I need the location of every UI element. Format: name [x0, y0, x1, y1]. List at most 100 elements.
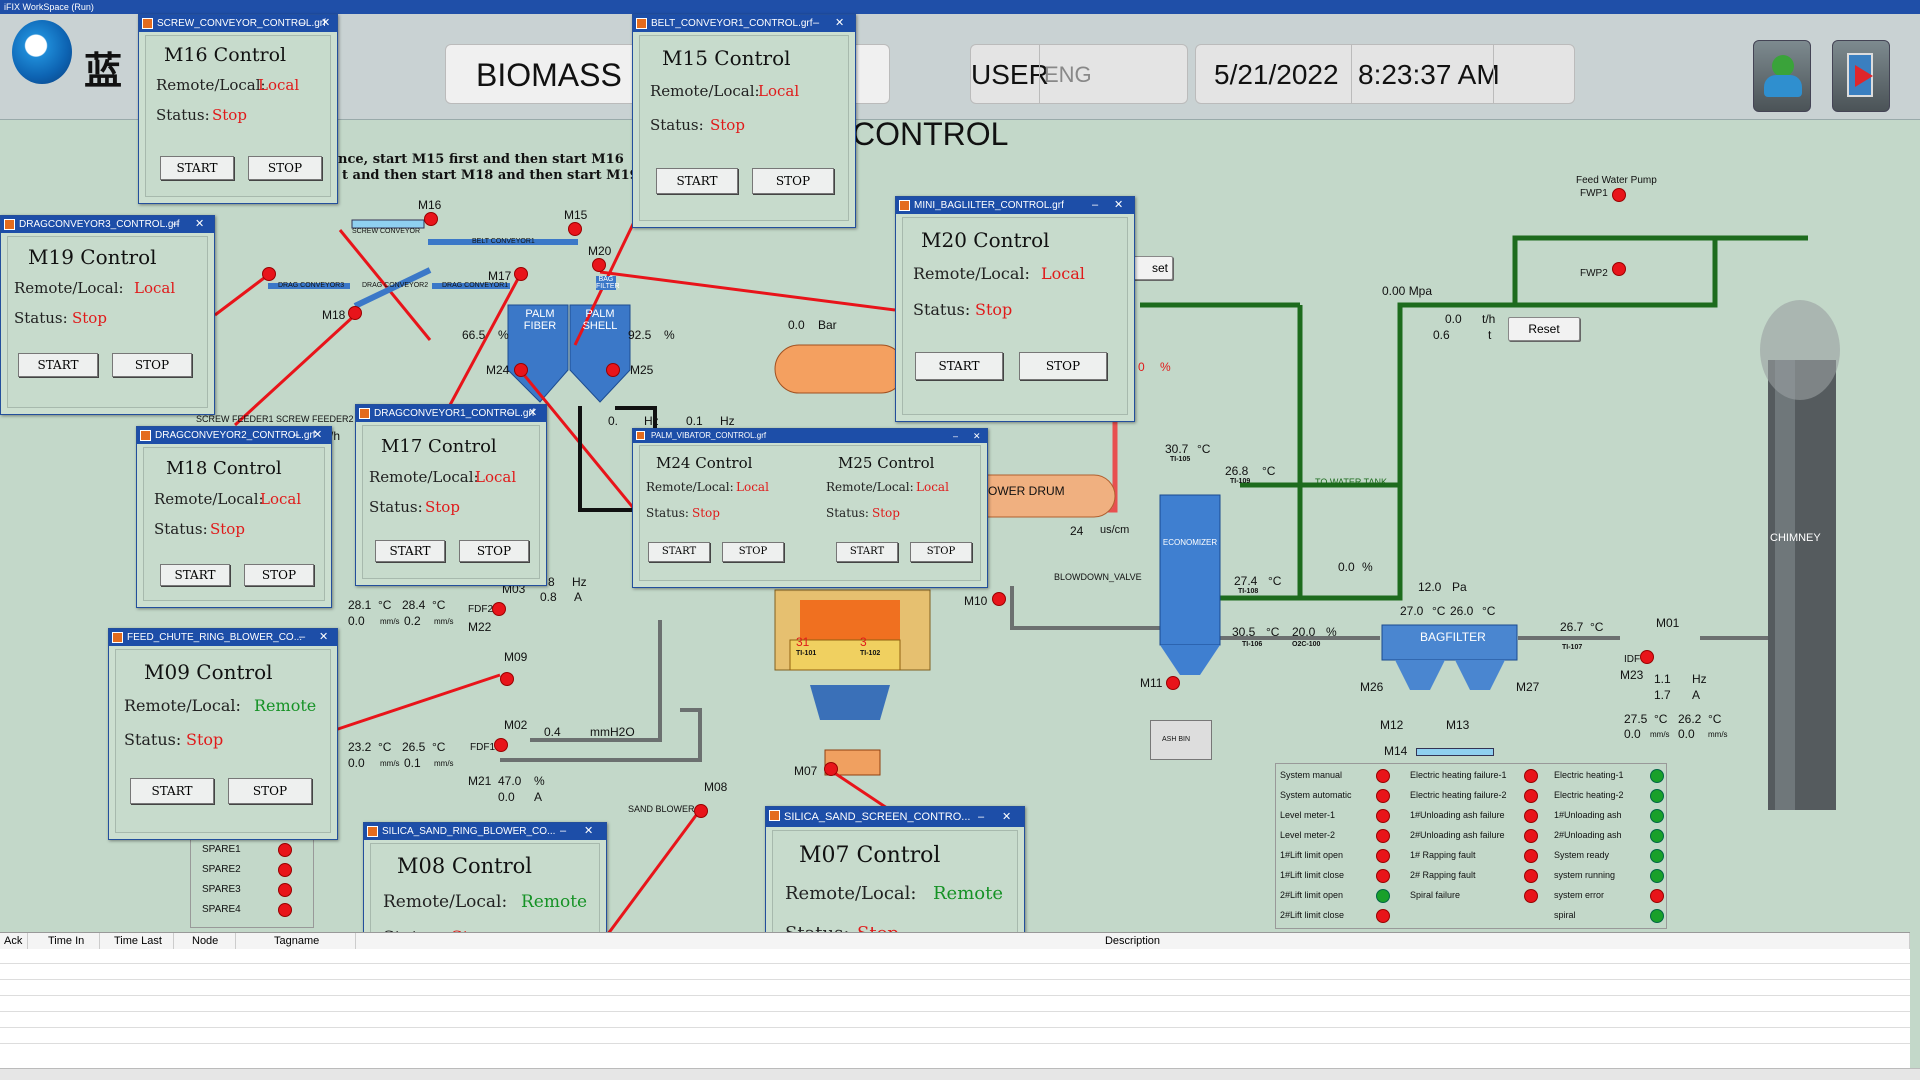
close-icon[interactable]: ✕ — [528, 405, 537, 422]
close-icon[interactable]: ✕ — [1002, 807, 1011, 827]
o2-value: 20.0 — [1292, 625, 1316, 639]
users-icon[interactable] — [1753, 40, 1811, 112]
m09-control-window[interactable]: FEED_CHUTE_RING_BLOWER_CO... – ✕ M09 Contr… — [108, 628, 338, 840]
close-icon[interactable]: ✕ — [313, 427, 322, 444]
m24-stop-button[interactable]: STOP — [722, 542, 784, 562]
minimize-icon[interactable]: – — [813, 15, 819, 32]
m09-window-titlebar[interactable]: FEED_CHUTE_RING_BLOWER_CO... – ✕ — [109, 629, 337, 646]
col-ack[interactable]: Ack — [0, 933, 28, 949]
close-icon[interactable]: ✕ — [835, 15, 844, 32]
close-icon[interactable]: ✕ — [319, 629, 328, 646]
minimize-icon[interactable]: – — [299, 629, 305, 646]
m25-stop-button[interactable]: STOP — [910, 542, 972, 562]
m08-window-titlebar[interactable]: SILICA_SAND_RING_BLOWER_CO... – ✕ — [364, 823, 606, 840]
m17-stop-button[interactable]: STOP — [459, 540, 529, 562]
minimize-icon[interactable]: – — [299, 15, 305, 32]
close-icon[interactable]: ✕ — [973, 429, 981, 443]
fwp2-indicator[interactable] — [1612, 262, 1626, 276]
col-description[interactable]: Description — [356, 933, 1910, 949]
fdf2-vib2: 0.2 — [404, 614, 421, 628]
m08-indicator[interactable] — [694, 804, 708, 818]
close-icon[interactable]: ✕ — [195, 216, 204, 233]
m20-control-window[interactable]: MINI_BAGLILTER_CONTROL.grf – ✕ M20 Control… — [895, 196, 1135, 422]
minimize-icon[interactable]: – — [978, 807, 984, 827]
m15-stop-button[interactable]: STOP — [752, 168, 834, 194]
alarm-summary-table[interactable]: Ack Time In Time Last Node Tagname Descr… — [0, 932, 1910, 1072]
m24-m25-control-window[interactable]: PALM_VIBATOR_CONTROL.grf – ✕ M24 Control M… — [632, 428, 988, 588]
status-indicator — [1376, 829, 1390, 843]
m07-window-file: SILICA_SAND_SCREEN_CONTRO... — [784, 811, 971, 823]
col-time-last[interactable]: Time Last — [100, 933, 174, 949]
m17-indicator[interactable] — [514, 267, 528, 281]
m18-control-window[interactable]: DRAGCONVEYOR2_CONTROL.grf – ✕ M18 Control … — [136, 426, 332, 608]
m16-window-titlebar[interactable]: SCREW_CONVEYOR_CONTROL.grf – ✕ — [139, 15, 337, 32]
m16-start-button[interactable]: START — [160, 156, 234, 180]
m25-start-button[interactable]: START — [836, 542, 898, 562]
status-indicator — [1376, 909, 1390, 923]
m03-hz-value: 8 — [548, 575, 555, 589]
m19-window-titlebar[interactable]: DRAGCONVEYOR3_CONTROL.grf – ✕ — [1, 216, 214, 233]
m16-stop-button[interactable]: STOP — [248, 156, 322, 180]
m07-window-titlebar[interactable]: SILICA_SAND_SCREEN_CONTRO... – ✕ — [766, 807, 1024, 827]
minimize-icon[interactable]: – — [293, 427, 299, 444]
close-icon[interactable]: ✕ — [321, 15, 330, 32]
minimize-icon[interactable]: – — [508, 405, 514, 422]
minimize-icon[interactable]: – — [560, 823, 566, 840]
m17-control-window[interactable]: DRAGCONVEYOR1_CONTROL.grf – ✕ M17 Control … — [355, 404, 547, 586]
col-time-in[interactable]: Time In — [28, 933, 100, 949]
col-node[interactable]: Node — [174, 933, 236, 949]
m20-start-button[interactable]: START — [915, 352, 1003, 380]
m08-label: M08 — [704, 780, 728, 794]
fwp1-indicator[interactable] — [1612, 188, 1626, 202]
m16-control-window[interactable]: SCREW_CONVEYOR_CONTROL.grf – ✕ M16 Control… — [138, 14, 338, 204]
fdf2-vib2-unit: mm/s — [434, 617, 454, 626]
fdf2-indicator[interactable] — [492, 602, 506, 616]
close-icon[interactable]: ✕ — [1114, 197, 1123, 214]
exit-icon[interactable] — [1832, 40, 1890, 112]
m10-indicator[interactable] — [992, 592, 1006, 606]
m15-window-titlebar[interactable]: BELT_CONVEYOR1_CONTROL.grf – ✕ — [633, 15, 855, 32]
m17-start-button[interactable]: START — [375, 540, 445, 562]
m01-label: M01 — [1656, 616, 1680, 630]
m19-start-button[interactable]: START — [18, 353, 98, 377]
m15-indicator[interactable] — [568, 222, 582, 236]
m18-window-titlebar[interactable]: DRAGCONVEYOR2_CONTROL.grf – ✕ — [137, 427, 331, 444]
m09-start-button[interactable]: START — [130, 778, 214, 804]
m09-indicator[interactable] — [500, 672, 514, 686]
fdf2-temp2-unit: °C — [432, 598, 446, 612]
fdf1-temp2: 26.5 — [402, 740, 426, 754]
reset-button[interactable]: Reset — [1508, 317, 1580, 341]
sand-blower-label: SAND BLOWER — [628, 804, 695, 814]
m18-stop-button[interactable]: STOP — [244, 564, 314, 586]
m07-indicator[interactable] — [824, 762, 838, 776]
m11-indicator[interactable] — [1166, 676, 1180, 690]
m16-indicator[interactable] — [424, 212, 438, 226]
m24-indicator[interactable] — [514, 363, 528, 377]
m20-stop-button[interactable]: STOP — [1019, 352, 1107, 380]
m19-control-window[interactable]: DRAGCONVEYOR3_CONTROL.grf – ✕ M19 Control … — [0, 215, 215, 415]
m19-indicator[interactable] — [262, 267, 276, 281]
minimize-icon[interactable]: – — [173, 216, 179, 233]
m19-stop-button[interactable]: STOP — [112, 353, 192, 377]
ti105-tag: TI-105 — [1170, 456, 1191, 463]
m15-control-window[interactable]: BELT_CONVEYOR1_CONTROL.grf – ✕ M15 Control… — [632, 14, 856, 228]
fdf1-indicator[interactable] — [494, 738, 508, 752]
m24-m25-window-titlebar[interactable]: PALM_VIBATOR_CONTROL.grf – ✕ — [633, 429, 987, 443]
close-icon[interactable]: ✕ — [584, 823, 593, 840]
minimize-icon[interactable]: – — [1092, 197, 1098, 214]
table-row-line — [0, 995, 1910, 996]
m20-window-titlebar[interactable]: MINI_BAGLILTER_CONTROL.grf – ✕ — [896, 197, 1134, 214]
idf-indicator[interactable] — [1640, 650, 1654, 664]
app-icon — [112, 632, 123, 643]
m24-start-button[interactable]: START — [648, 542, 710, 562]
m15-start-button[interactable]: START — [656, 168, 738, 194]
m25-indicator[interactable] — [606, 363, 620, 377]
col-tagname[interactable]: Tagname — [236, 933, 356, 949]
horizontal-scrollbar[interactable] — [0, 1068, 1920, 1080]
m18-start-button[interactable]: START — [160, 564, 230, 586]
m20-indicator[interactable] — [592, 258, 606, 272]
m17-window-titlebar[interactable]: DRAGCONVEYOR1_CONTROL.grf – ✕ — [356, 405, 546, 422]
minimize-icon[interactable]: – — [953, 429, 958, 443]
m09-stop-button[interactable]: STOP — [228, 778, 312, 804]
m18-indicator[interactable] — [348, 306, 362, 320]
